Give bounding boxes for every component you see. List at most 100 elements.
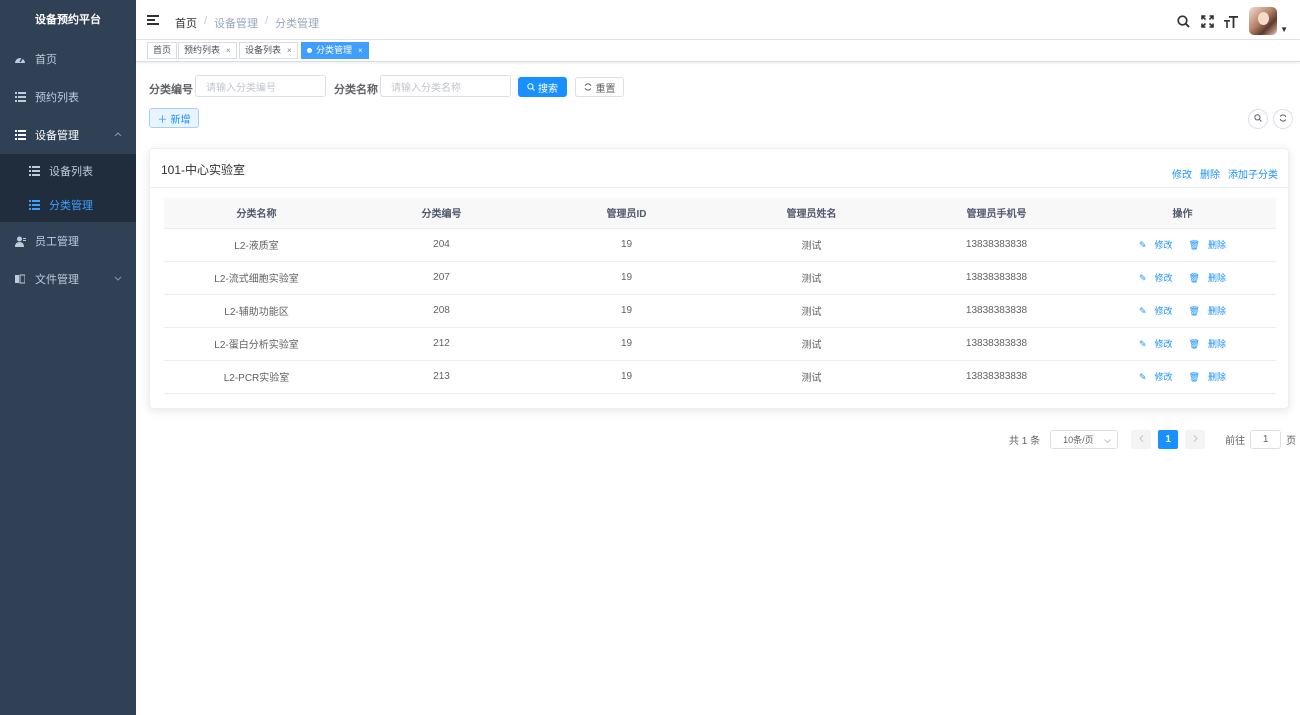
refresh-button[interactable] [1273, 109, 1293, 129]
cell-admin-id: 19 [534, 360, 719, 394]
goto-suffix: 页 [1286, 436, 1297, 447]
navbar-right: ▼ [1171, 7, 1288, 35]
pagination: 共 1 条 10条/页 1 前往 1 页 [1009, 430, 1296, 449]
sidebar-item-reservations[interactable]: 预约列表 [0, 78, 136, 116]
page-size-select[interactable]: 10条/页 [1050, 430, 1119, 449]
column-header-name: 分类名称 [164, 198, 349, 229]
search-icon[interactable] [1171, 8, 1195, 34]
input-placeholder: 请输入分类编号 [206, 82, 276, 94]
cell-admin-phone: 13838383838 [904, 360, 1089, 394]
row-delete-link[interactable]: 🗑 删除 [1185, 240, 1230, 250]
row-edit-link[interactable]: ✎ 修改 [1135, 339, 1177, 349]
trash-icon: 🗑 [1188, 306, 1200, 316]
sidebar: 设备预约平台 首页 预约列表 设备管理 设备列表 分类管理 员工管理 文件管理 [0, 0, 136, 715]
row-edit-label: 修改 [1154, 273, 1173, 283]
document-icon [13, 274, 27, 284]
row-edit-label: 修改 [1154, 240, 1173, 250]
close-icon[interactable]: × [226, 43, 231, 58]
search-button[interactable]: 搜索 [518, 77, 567, 97]
list-icon [27, 166, 41, 176]
sidebar-item-device-list[interactable]: 设备列表 [0, 154, 136, 188]
caret-down-icon[interactable]: ▼ [1280, 25, 1288, 34]
row-delete-label: 删除 [1207, 372, 1226, 382]
edit-icon: ✎ [1138, 339, 1147, 349]
sidebar-item-label: 预约列表 [35, 92, 79, 104]
column-header-actions: 操作 [1089, 198, 1276, 229]
breadcrumb: 首页 / 设备管理 / 分类管理 [175, 15, 319, 31]
font-size-icon[interactable] [1219, 8, 1243, 34]
cell-admin-id: 19 [534, 327, 719, 361]
close-icon[interactable]: × [287, 43, 292, 58]
row-edit-label: 修改 [1154, 339, 1173, 349]
row-delete-label: 删除 [1207, 306, 1226, 316]
cell-name: L2-辅助功能区 [164, 294, 349, 328]
avatar[interactable] [1249, 7, 1278, 35]
breadcrumb-home[interactable]: 首页 [175, 15, 197, 31]
row-delete-link[interactable]: 🗑 删除 [1185, 306, 1230, 316]
row-edit-link[interactable]: ✎ 修改 [1135, 273, 1177, 283]
sidebar-item-label: 文件管理 [35, 274, 79, 286]
cell-admin-phone: 13838383838 [904, 228, 1089, 262]
sidebar-item-device-management[interactable]: 设备管理 [0, 116, 136, 154]
page-size-value: 10条/页 [1063, 435, 1094, 445]
row-delete-link[interactable]: 🗑 删除 [1185, 372, 1230, 382]
cell-admin-name: 测试 [719, 261, 904, 295]
row-delete-label: 删除 [1207, 240, 1226, 250]
sidebar-item-label: 设备管理 [35, 130, 79, 142]
tag-home[interactable]: 首页 [147, 42, 178, 59]
cell-admin-phone: 13838383838 [904, 294, 1089, 328]
cell-admin-id: 19 [534, 261, 719, 295]
add-button[interactable]: ＋ 新增 [149, 108, 199, 128]
column-header-code: 分类编号 [349, 198, 534, 229]
trash-icon: 🗑 [1188, 372, 1200, 382]
hamburger-icon[interactable] [147, 15, 159, 25]
row-delete-label: 删除 [1207, 273, 1226, 283]
cell-code: 207 [349, 261, 534, 295]
row-edit-link[interactable]: ✎ 修改 [1135, 240, 1177, 250]
list-icon [13, 92, 27, 102]
sidebar-item-category-management[interactable]: 分类管理 [0, 188, 136, 222]
category-code-input[interactable]: 请输入分类编号 [195, 75, 326, 97]
card-edit-link[interactable]: 修改 [1172, 166, 1192, 181]
user-icon [13, 236, 27, 247]
prev-page-button[interactable] [1131, 430, 1152, 449]
card-header: 101-中心实验室 修改 删除 添加子分类 [150, 149, 1288, 188]
card-add-child-link[interactable]: 添加子分类 [1228, 166, 1278, 181]
row-delete-link[interactable]: 🗑 删除 [1185, 339, 1230, 349]
cell-admin-name: 测试 [719, 228, 904, 262]
edit-icon: ✎ [1138, 372, 1147, 382]
category-card: 101-中心实验室 修改 删除 添加子分类 分类名称 分类编号 管理员ID 管理… [149, 148, 1289, 409]
fullscreen-icon[interactable] [1195, 8, 1219, 34]
reset-button[interactable]: 重置 [575, 77, 624, 97]
chevron-up-icon [114, 129, 122, 139]
toggle-search-button[interactable] [1248, 109, 1268, 129]
tag-category-management[interactable]: 分类管理 × [301, 42, 369, 59]
category-name-input[interactable]: 请输入分类名称 [380, 75, 511, 97]
cell-actions: ✎ 修改 🗑 删除 [1089, 327, 1276, 361]
search-icon [527, 83, 535, 91]
next-page-button[interactable] [1185, 430, 1206, 449]
cell-name: L2-PCR实验室 [164, 360, 349, 394]
row-edit-link[interactable]: ✎ 修改 [1135, 372, 1177, 382]
sidebar-item-home[interactable]: 首页 [0, 40, 136, 78]
trash-icon: 🗑 [1188, 240, 1200, 250]
page-number-current[interactable]: 1 [1158, 430, 1179, 449]
chevron-down-icon [1104, 435, 1111, 445]
tag-label: 首页 [153, 45, 172, 55]
add-button-label: 新增 [170, 114, 191, 126]
card-actions: 修改 删除 添加子分类 [1164, 166, 1278, 181]
tag-reservations[interactable]: 预约列表 × [178, 42, 237, 59]
goto-page-input[interactable]: 1 [1250, 430, 1282, 449]
card-delete-link[interactable]: 删除 [1200, 166, 1220, 181]
sidebar-item-label: 首页 [35, 54, 57, 66]
edit-icon: ✎ [1138, 273, 1147, 283]
table-row: L2-蛋白分析实验室 212 19 测试 13838383838 ✎ 修改 🗑 删除 [164, 327, 1276, 361]
sidebar-item-staff-management[interactable]: 员工管理 [0, 222, 136, 260]
cell-code: 204 [349, 228, 534, 262]
breadcrumb-category-management: 分类管理 [275, 18, 320, 30]
tag-device-list[interactable]: 设备列表 × [239, 42, 298, 59]
sidebar-item-file-management[interactable]: 文件管理 [0, 260, 136, 298]
row-delete-link[interactable]: 🗑 删除 [1185, 273, 1230, 283]
row-edit-link[interactable]: ✎ 修改 [1135, 306, 1177, 316]
close-icon[interactable]: × [358, 43, 363, 58]
